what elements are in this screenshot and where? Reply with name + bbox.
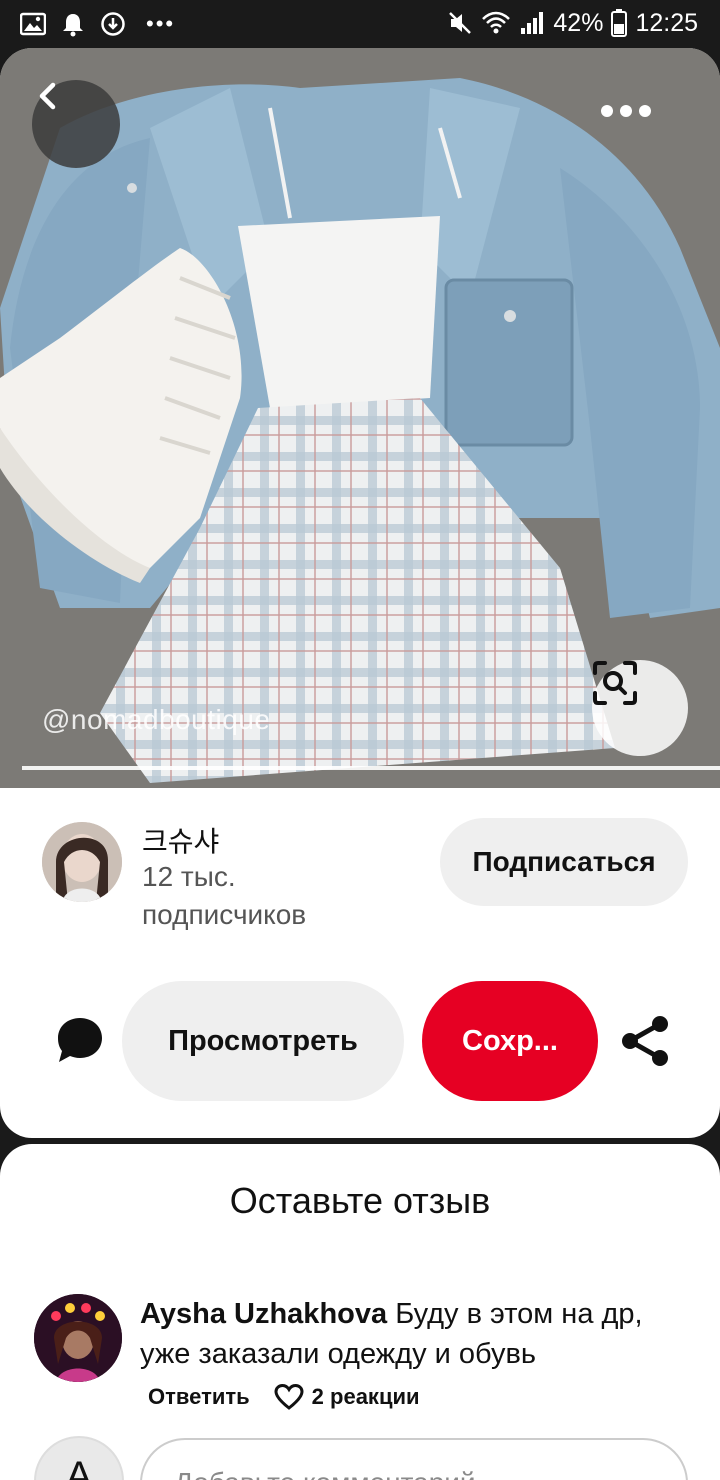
image-watermark: @nomadboutique [42,704,271,735]
visual-search-button[interactable] [592,660,688,756]
follow-button[interactable]: Подписаться [440,818,688,906]
reactions-button[interactable]: 2 реакции [274,1383,420,1411]
mute-icon [449,12,472,34]
reply-button[interactable]: Ответить [148,1384,250,1410]
lens-search-icon [593,661,637,705]
creator-row: 크슈샤 12 тыс. подписчиков Подписаться [0,818,720,938]
clock: 12:25 [635,8,698,37]
wifi-icon [482,11,511,34]
pin-image[interactable]: @nomadboutique [0,48,720,788]
comment-actions: Ответить 2 реакции [148,1380,420,1414]
data-saver-icon [101,12,125,36]
status-bar: ••• 42% 12:25 [0,0,720,48]
comments-title: Оставьте отзыв [229,1180,491,1221]
save-button[interactable]: Сохр... [422,981,598,1101]
pin-card: @nomadboutique 크슈샤 12 тыс. подписчиков П… [0,48,720,1138]
alarm-icon [63,14,83,37]
system-icons: 42% 12:25 [447,8,698,38]
comment-body: Aysha Uzhakhova Буду в этом на др, уже з… [140,1294,700,1374]
avatar-image [42,822,122,902]
add-comment-input[interactable] [140,1438,688,1480]
creator-name[interactable]: 크슈샤 [142,820,219,860]
notification-icons: ••• [20,10,175,38]
comment-icon[interactable] [54,1014,106,1066]
reactions-count: 2 реакции [311,1384,420,1409]
back-button[interactable] [32,80,120,168]
subscriber-count: 12 тыс. подписчиков [142,861,307,930]
comment-author[interactable]: Aysha Uzhakhova [140,1298,387,1330]
view-button[interactable]: Просмотреть [122,981,404,1101]
battery-percent: 42% [553,8,604,37]
battery-icon [611,9,628,37]
image-progress-line [22,766,720,770]
commenter-avatar-image [34,1294,122,1382]
chevron-left-icon [39,82,56,110]
more-options-button[interactable] [600,104,680,144]
creator-avatar[interactable] [42,822,122,902]
image-icon [20,12,46,36]
more-notifications-dots: ••• [146,11,176,36]
heart-icon [274,1383,304,1410]
signal-icon [521,12,544,34]
share-icon[interactable] [618,1014,672,1068]
more-horizontal-icon [601,105,651,117]
comments-sheet: Оставьте отзыв Aysha Uzhakhova Буду в эт… [0,1144,720,1480]
commenter-avatar[interactable] [34,1294,122,1382]
my-avatar[interactable]: A [34,1436,124,1480]
